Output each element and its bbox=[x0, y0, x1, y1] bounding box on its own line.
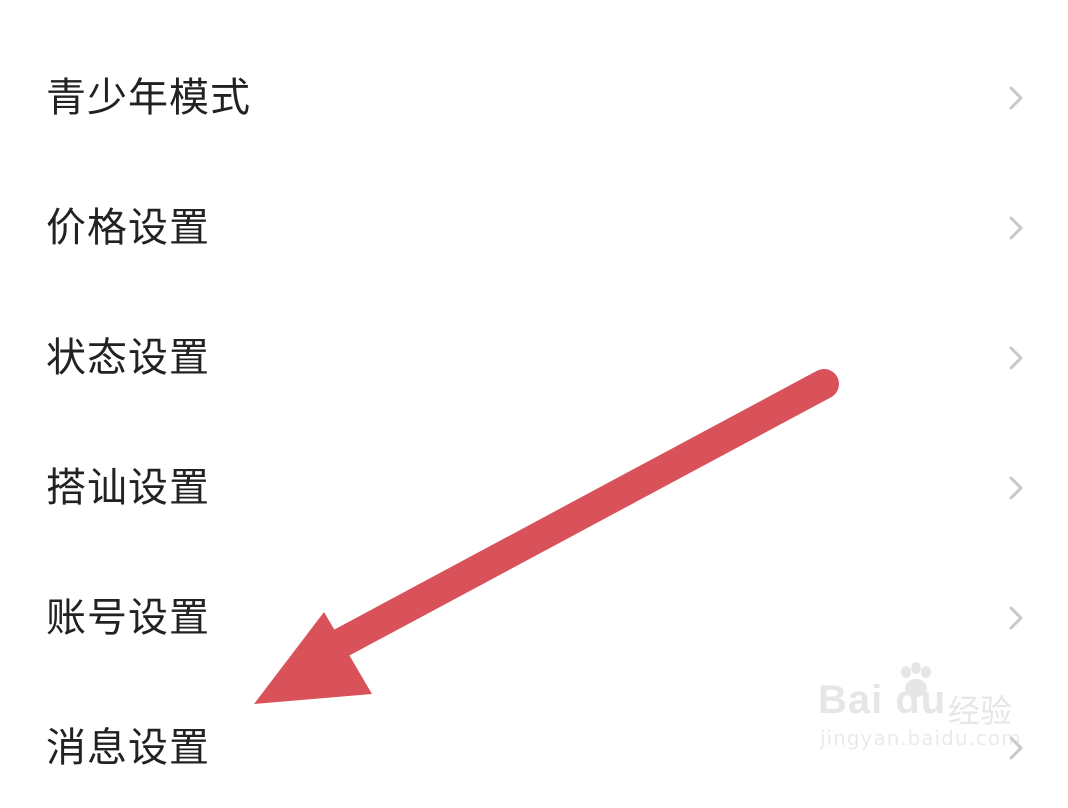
settings-item-label: 状态设置 bbox=[46, 335, 210, 381]
settings-item-teen-mode[interactable]: 青少年模式 bbox=[0, 28, 1068, 158]
settings-item-label: 青少年模式 bbox=[46, 75, 251, 121]
chevron-right-icon bbox=[1009, 86, 1023, 110]
paw-logo-icon bbox=[901, 662, 931, 697]
baidu-watermark: Bai du 经验 jingyan.baidu.com bbox=[818, 660, 1058, 760]
chevron-right-icon bbox=[1009, 606, 1023, 630]
settings-item-price[interactable]: 价格设置 bbox=[0, 158, 1068, 288]
chevron-right-icon bbox=[1009, 216, 1023, 240]
settings-item-label: 价格设置 bbox=[46, 205, 210, 251]
settings-item-chat-up[interactable]: 搭讪设置 bbox=[0, 418, 1068, 548]
settings-item-label: 消息设置 bbox=[46, 725, 210, 771]
settings-item-status[interactable]: 状态设置 bbox=[0, 288, 1068, 418]
chevron-right-icon bbox=[1009, 346, 1023, 370]
settings-item-account[interactable]: 账号设置 bbox=[0, 548, 1068, 678]
settings-item-label: 账号设置 bbox=[46, 595, 210, 641]
chevron-right-icon bbox=[1009, 476, 1023, 500]
watermark-url: jingyan.baidu.com bbox=[820, 726, 1022, 750]
settings-item-label: 搭讪设置 bbox=[46, 465, 210, 511]
